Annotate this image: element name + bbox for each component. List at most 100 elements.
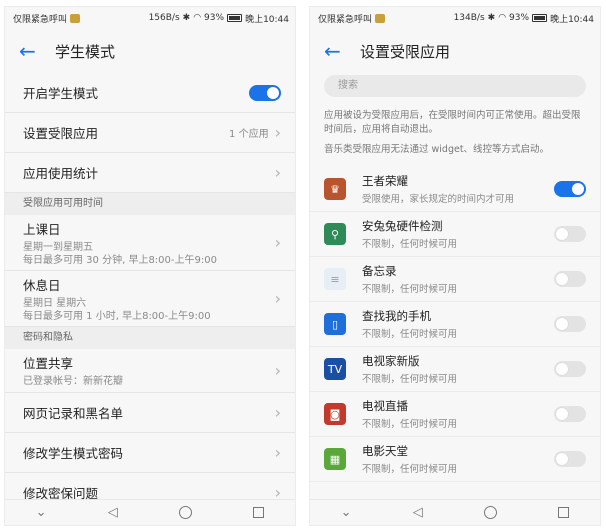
app-restrict-toggle[interactable] (554, 406, 586, 422)
back-arrow-icon[interactable]: ← (19, 41, 47, 61)
app-row[interactable]: ◙ 电视直播不限制，任何时候可用 (310, 392, 600, 437)
schedule-limit: 每日最多可用 1 小时, 早上8:00-上午9:00 (23, 310, 211, 322)
schedule-row-restday[interactable]: 休息日 星期日 星期六 每日最多可用 1 小时, 早上8:00-上午9:00 › (5, 271, 295, 327)
student-mode-toggle-row[interactable]: 开启学生模式 (5, 73, 295, 113)
page-title: 设置受限应用 (360, 42, 451, 61)
tv-live-icon: ◙ (324, 403, 346, 425)
student-mode-toggle[interactable] (249, 84, 281, 101)
web-history-row[interactable]: 网页记录和黑名单 › (5, 393, 295, 433)
back-icon[interactable]: ◁ (413, 505, 423, 520)
schedule-row-schoolday[interactable]: 上课日 星期一到星期五 每日最多可用 30 分钟, 早上8:00-上午9:00 … (5, 215, 295, 271)
app-row[interactable]: ≡ 备忘录 不限制，任何时候可用 (310, 257, 600, 302)
schedule-days: 星期一到星期五 (23, 241, 93, 253)
home-icon[interactable] (484, 506, 498, 519)
chevron-right-icon: › (274, 122, 281, 142)
chevron-right-icon: › (274, 402, 281, 422)
memo-icon: ≡ (324, 268, 346, 290)
home-icon[interactable] (179, 506, 193, 519)
back-arrow-icon[interactable]: ← (324, 41, 352, 61)
clock: 晚上10:44 (245, 14, 289, 25)
app-row[interactable]: ⚲ 安兔兔硬件检测 不限制，任何时候可用 (310, 212, 600, 257)
row-label: 开启学生模式 (23, 86, 99, 101)
music-note: 音乐类受限应用无法通过 widget、线控等方式启动。 (324, 144, 550, 155)
bluetooth-icon: ✱ (487, 13, 496, 23)
chevron-right-icon: › (274, 288, 281, 308)
section-header-available-time: 受限应用可用时间 (5, 193, 295, 215)
app-name: 安兔兔硬件检测 (362, 219, 443, 233)
status-bar: 仅限紧急呼叫 156B/s ✱ ◠ 93% 晚上10:44 (5, 7, 295, 29)
app-restriction-status: 不限制，任何时候可用 (362, 284, 458, 295)
nav-bar: ⌄ ◁ (310, 499, 600, 525)
app-name: 查找我的手机 (362, 309, 431, 323)
app-row[interactable]: TV 电视家新版 不限制，任何时候可用 (310, 347, 600, 392)
chevron-right-icon: › (274, 232, 281, 252)
restricted-apps-row[interactable]: 设置受限应用 1 个应用 › (5, 113, 295, 153)
hide-nav-icon[interactable]: ⌄ (36, 505, 47, 520)
row-label: 应用使用统计 (23, 166, 99, 181)
chevron-right-icon: › (274, 442, 281, 462)
bluetooth-icon: ✱ (182, 13, 191, 23)
row-label: 修改学生模式密码 (23, 446, 124, 461)
phone-icon: ▯ (324, 313, 346, 335)
tv-icon: TV (324, 358, 346, 380)
carrier-text: 仅限紧急呼叫 (13, 14, 68, 25)
app-restriction-status: 不限制，任何时候可用 (362, 464, 458, 475)
recents-icon[interactable] (558, 507, 570, 518)
app-restrict-toggle[interactable] (554, 181, 586, 197)
location-sharing-row[interactable]: 位置共享 已登录帐号：新新花瓣 › (5, 349, 295, 393)
app-restrict-toggle[interactable] (554, 451, 586, 467)
chevron-right-icon: › (274, 162, 281, 182)
restricted-apps-screen: 仅限紧急呼叫 134B/s ✱ ◠ 93% 晚上10:44 ← 设置受限应用 搜… (309, 6, 601, 526)
app-restriction-status: 不限制，任何时候可用 (362, 419, 458, 430)
row-label: 设置受限应用 (23, 126, 99, 141)
hide-nav-icon[interactable]: ⌄ (341, 505, 352, 520)
network-speed: 156B/s (148, 13, 180, 23)
recents-icon[interactable] (253, 507, 265, 518)
game-icon: ♛ (324, 178, 346, 200)
row-label: 网页记录和黑名单 (23, 406, 124, 421)
app-bar: ← 学生模式 (5, 29, 295, 73)
app-restriction-status: 不限制，任何时候可用 (362, 329, 458, 340)
row-label: 位置共享 (23, 356, 74, 371)
nav-bar: ⌄ ◁ (5, 499, 295, 525)
schedule-title: 上课日 (23, 221, 61, 237)
app-restrict-toggle[interactable] (554, 226, 586, 242)
page-title: 学生模式 (55, 42, 116, 61)
student-mode-screen: 仅限紧急呼叫 156B/s ✱ ◠ 93% 晚上10:44 ← 学生模式 开启学… (4, 6, 296, 526)
wifi-icon: ◠ (193, 13, 202, 23)
app-restrict-toggle[interactable] (554, 316, 586, 332)
change-password-row[interactable]: 修改学生模式密码 › (5, 433, 295, 473)
app-name: 王者荣耀 (362, 174, 408, 188)
schedule-limit: 每日最多可用 30 分钟, 早上8:00-上午9:00 (23, 254, 217, 266)
schedule-title: 休息日 (23, 277, 61, 293)
app-restrict-toggle[interactable] (554, 271, 586, 287)
app-restriction-status: 受限使用，家长规定的时间内才可用 (362, 194, 515, 205)
search-input[interactable]: 搜索 (324, 75, 586, 97)
battery-icon (227, 14, 243, 22)
app-list: ♛ 王者荣耀 受限使用，家长规定的时间内才可用 ⚲ 安兔兔硬件检测 不限制，任何时候可用 ≡… (310, 167, 600, 482)
app-name: 电影天堂 (362, 444, 408, 458)
notification-icon (70, 13, 81, 23)
app-row[interactable]: ▯ 查找我的手机不限制，任何时候可用 (310, 302, 600, 347)
app-restrict-toggle[interactable] (554, 361, 586, 377)
status-bar: 仅限紧急呼叫 134B/s ✱ ◠ 93% 晚上10:44 (310, 7, 600, 29)
wifi-icon: ◠ (498, 13, 507, 23)
clock: 晚上10:44 (550, 14, 594, 25)
app-restriction-status: 不限制，任何时候可用 (362, 374, 458, 385)
app-row[interactable]: ♛ 王者荣耀受限使用，家长规定的时间内才可用 (310, 167, 600, 212)
notification-icon (375, 13, 386, 23)
restriction-note: 应用被设为受限应用后，在受限时间内可正常使用。超出受限时间后，应用将自动退出。 (324, 110, 581, 135)
app-row[interactable]: ▦ 电影天堂不限制，任何时候可用 (310, 437, 600, 482)
app-usage-stats-row[interactable]: 应用使用统计 › (5, 153, 295, 193)
battery-percent: 93% (204, 13, 225, 23)
movie-icon: ▦ (324, 448, 346, 470)
chevron-right-icon: › (274, 360, 281, 380)
account-info: 已登录帐号：新新花瓣 (23, 376, 123, 387)
app-name: 电视直播 (362, 399, 408, 413)
app-bar: ← 设置受限应用 (310, 29, 600, 73)
restricted-apps-count: 1 个应用 (229, 129, 269, 140)
back-icon[interactable]: ◁ (108, 505, 118, 520)
schedule-days: 星期日 星期六 (23, 297, 87, 309)
magnifier-icon: ⚲ (324, 223, 346, 245)
battery-percent: 93% (509, 13, 530, 23)
